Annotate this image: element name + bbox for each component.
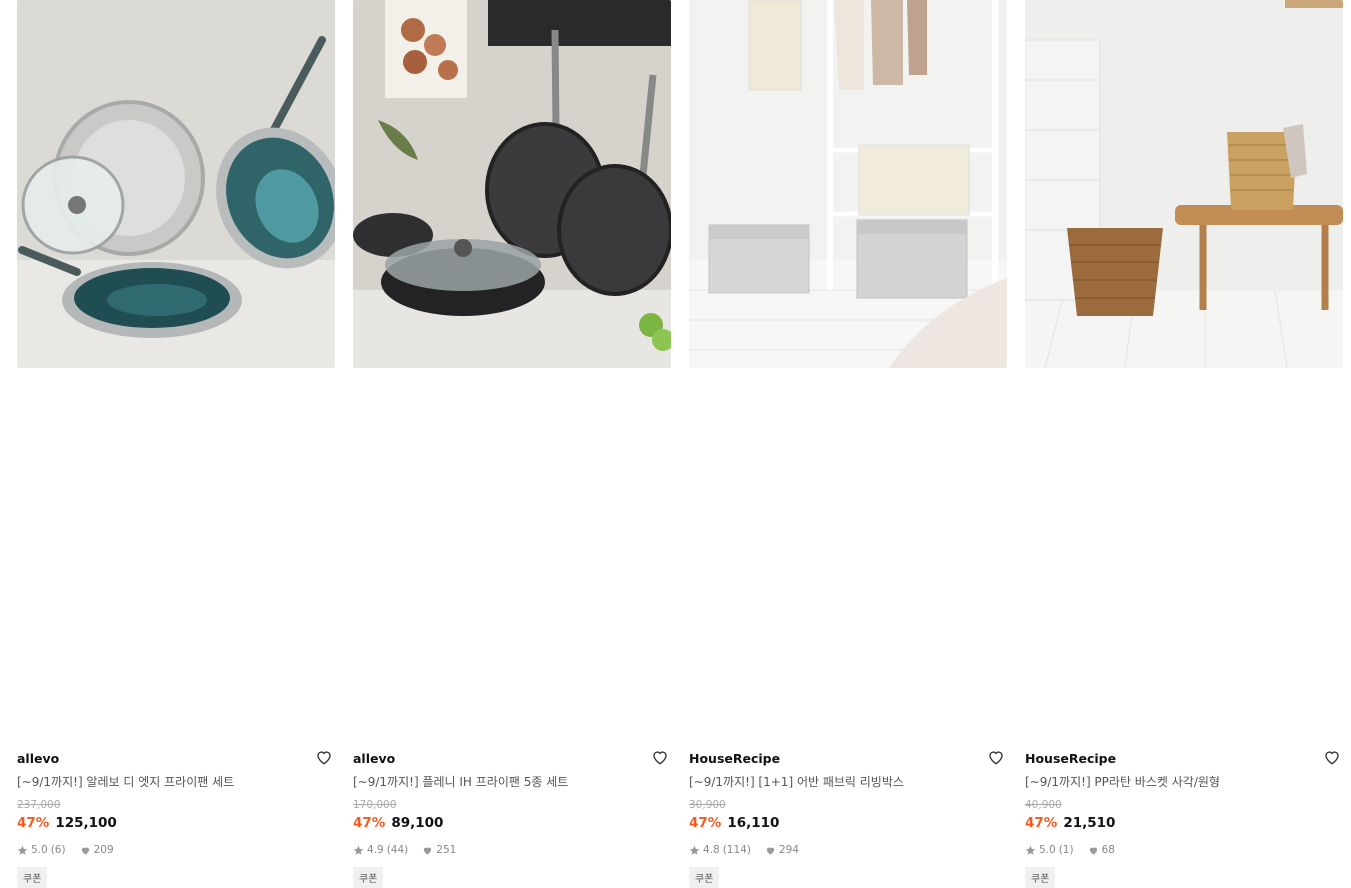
wishlist-heart-icon[interactable] — [651, 748, 669, 766]
sale-price: 89,100 — [391, 815, 444, 831]
rating: 4.9 — [367, 844, 384, 856]
brand-name[interactable]: HouseRecipe — [1025, 751, 1116, 766]
frying-pan-set-image — [17, 0, 335, 368]
like-count: 209 — [93, 844, 114, 856]
heart-icon — [765, 845, 776, 856]
original-price: 170,000 — [353, 799, 397, 811]
discount-rate: 47% — [689, 815, 722, 831]
product-image[interactable] — [1025, 0, 1343, 368]
star-icon — [689, 845, 700, 856]
price-row: 47% 89,100 — [353, 815, 443, 831]
sale-price: 21,510 — [1063, 815, 1116, 831]
brand-name[interactable]: allevo — [353, 751, 395, 766]
heart-icon — [1088, 845, 1099, 856]
rating: 5.0 — [1039, 844, 1056, 856]
product-title[interactable]: [~9/1까지!] PP라탄 바스켓 사각/원형 — [1025, 773, 1220, 790]
star-icon — [353, 845, 364, 856]
discount-rate: 47% — [1025, 815, 1058, 831]
product-title[interactable]: [~9/1까지!] 알레보 디 엣지 프라이팬 세트 — [17, 773, 234, 790]
sale-price: 16,110 — [727, 815, 780, 831]
product-stats: 5.0 (1) 68 — [1025, 844, 1115, 856]
review-count: (6) — [50, 844, 66, 856]
review-count: (1) — [1058, 844, 1074, 856]
wishlist-heart-icon[interactable] — [987, 748, 1005, 766]
product-grid: allevo [~9/1까지!] 알레보 디 엣지 프라이팬 세트 237,00… — [0, 0, 1351, 888]
product-card[interactable]: HouseRecipe [~9/1까지!] PP라탄 바스켓 사각/원형 40,… — [1025, 0, 1343, 888]
rating: 4.8 — [703, 844, 720, 856]
like-count: 251 — [436, 844, 457, 856]
discount-rate: 47% — [17, 815, 50, 831]
fabric-storage-box-image — [689, 0, 1007, 368]
frying-pan-5pc-image — [353, 0, 671, 368]
product-stats: 4.8 (114) 294 — [689, 844, 799, 856]
original-price: 30,900 — [689, 799, 726, 811]
wishlist-heart-icon[interactable] — [315, 748, 333, 766]
heart-icon — [80, 845, 91, 856]
sale-price: 125,100 — [55, 815, 117, 831]
like-count: 68 — [1101, 844, 1115, 856]
original-price: 237,000 — [17, 799, 61, 811]
product-stats: 5.0 (6) 209 — [17, 844, 114, 856]
product-title[interactable]: [~9/1까지!] [1+1] 어반 패브릭 리빙박스 — [689, 773, 904, 790]
review-count: (44) — [386, 844, 409, 856]
rating: 5.0 — [31, 844, 48, 856]
product-image[interactable] — [17, 0, 335, 368]
product-image[interactable] — [689, 0, 1007, 368]
review-count: (114) — [722, 844, 751, 856]
star-icon — [17, 845, 28, 856]
brand-name[interactable]: HouseRecipe — [689, 751, 780, 766]
star-icon — [1025, 845, 1036, 856]
like-count: 294 — [778, 844, 799, 856]
rattan-basket-image — [1025, 0, 1343, 368]
coupon-badge[interactable]: 쿠폰 — [1025, 867, 1056, 888]
price-row: 47% 125,100 — [17, 815, 117, 831]
price-row: 47% 21,510 — [1025, 815, 1115, 831]
coupon-badge[interactable]: 쿠폰 — [353, 867, 384, 888]
product-card[interactable]: HouseRecipe [~9/1까지!] [1+1] 어반 패브릭 리빙박스 … — [689, 0, 1007, 888]
product-title[interactable]: [~9/1까지!] 플레니 IH 프라이팬 5종 세트 — [353, 773, 568, 790]
price-row: 47% 16,110 — [689, 815, 779, 831]
coupon-badge[interactable]: 쿠폰 — [17, 867, 48, 888]
heart-icon — [422, 845, 433, 856]
brand-name[interactable]: allevo — [17, 751, 59, 766]
product-card[interactable]: allevo [~9/1까지!] 알레보 디 엣지 프라이팬 세트 237,00… — [17, 0, 335, 888]
product-stats: 4.9 (44) 251 — [353, 844, 456, 856]
product-image[interactable] — [353, 0, 671, 368]
discount-rate: 47% — [353, 815, 386, 831]
wishlist-heart-icon[interactable] — [1323, 748, 1341, 766]
original-price: 40,900 — [1025, 799, 1062, 811]
product-card[interactable]: allevo [~9/1까지!] 플레니 IH 프라이팬 5종 세트 170,0… — [353, 0, 671, 888]
coupon-badge[interactable]: 쿠폰 — [689, 867, 720, 888]
